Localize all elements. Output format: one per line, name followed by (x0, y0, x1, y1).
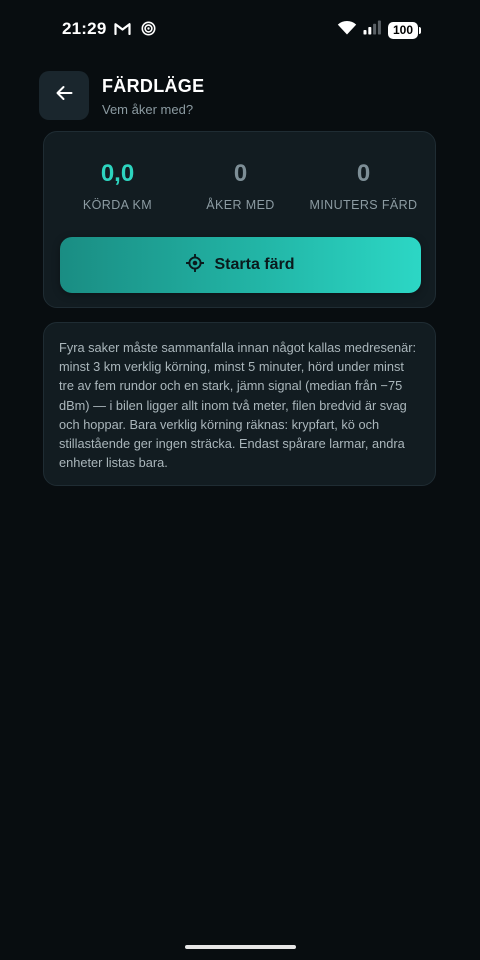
home-indicator[interactable] (185, 945, 296, 949)
battery-icon: 100 (388, 21, 421, 39)
status-time: 21:29 (62, 19, 107, 38)
stat-driven-km: 0,0 KÖRDA KM (52, 160, 183, 212)
stat-label: MINUTERS FÄRD (309, 198, 418, 212)
page-title: FÄRDLÄGE (102, 76, 205, 96)
battery-level: 100 (392, 23, 414, 37)
arrow-left-icon (55, 85, 73, 106)
stat-label: ÅKER MED (206, 198, 275, 212)
stat-trip-minutes: 0 MINUTERS FÄRD (298, 160, 429, 212)
back-button[interactable] (39, 71, 89, 120)
page-subtitle: Vem åker med? (102, 102, 194, 117)
wifi-icon (337, 20, 357, 40)
crosshair-icon (186, 253, 205, 277)
info-text: Fyra saker måste sammanfalla innan något… (59, 340, 417, 471)
status-right-icons: 100 (337, 20, 421, 40)
stats-card: 0,0 KÖRDA KM 0 ÅKER MED 0 MINUTERS FÄRD … (43, 131, 436, 308)
info-card: Fyra saker måste sammanfalla innan något… (43, 322, 436, 486)
gmail-icon (114, 22, 131, 40)
stat-value: 0,0 (100, 160, 135, 187)
radar-icon (141, 21, 156, 41)
start-trip-label: Starta färd (214, 256, 295, 273)
signal-icon (363, 20, 382, 40)
stat-value: 0 (233, 160, 248, 187)
stat-passengers: 0 ÅKER MED (175, 160, 306, 212)
stat-label: KÖRDA KM (82, 198, 153, 212)
status-left-icons (114, 21, 156, 41)
start-trip-button[interactable]: Starta färd (60, 237, 421, 293)
stat-value: 0 (356, 160, 371, 187)
status-bar: 21:29 100 (0, 0, 480, 60)
